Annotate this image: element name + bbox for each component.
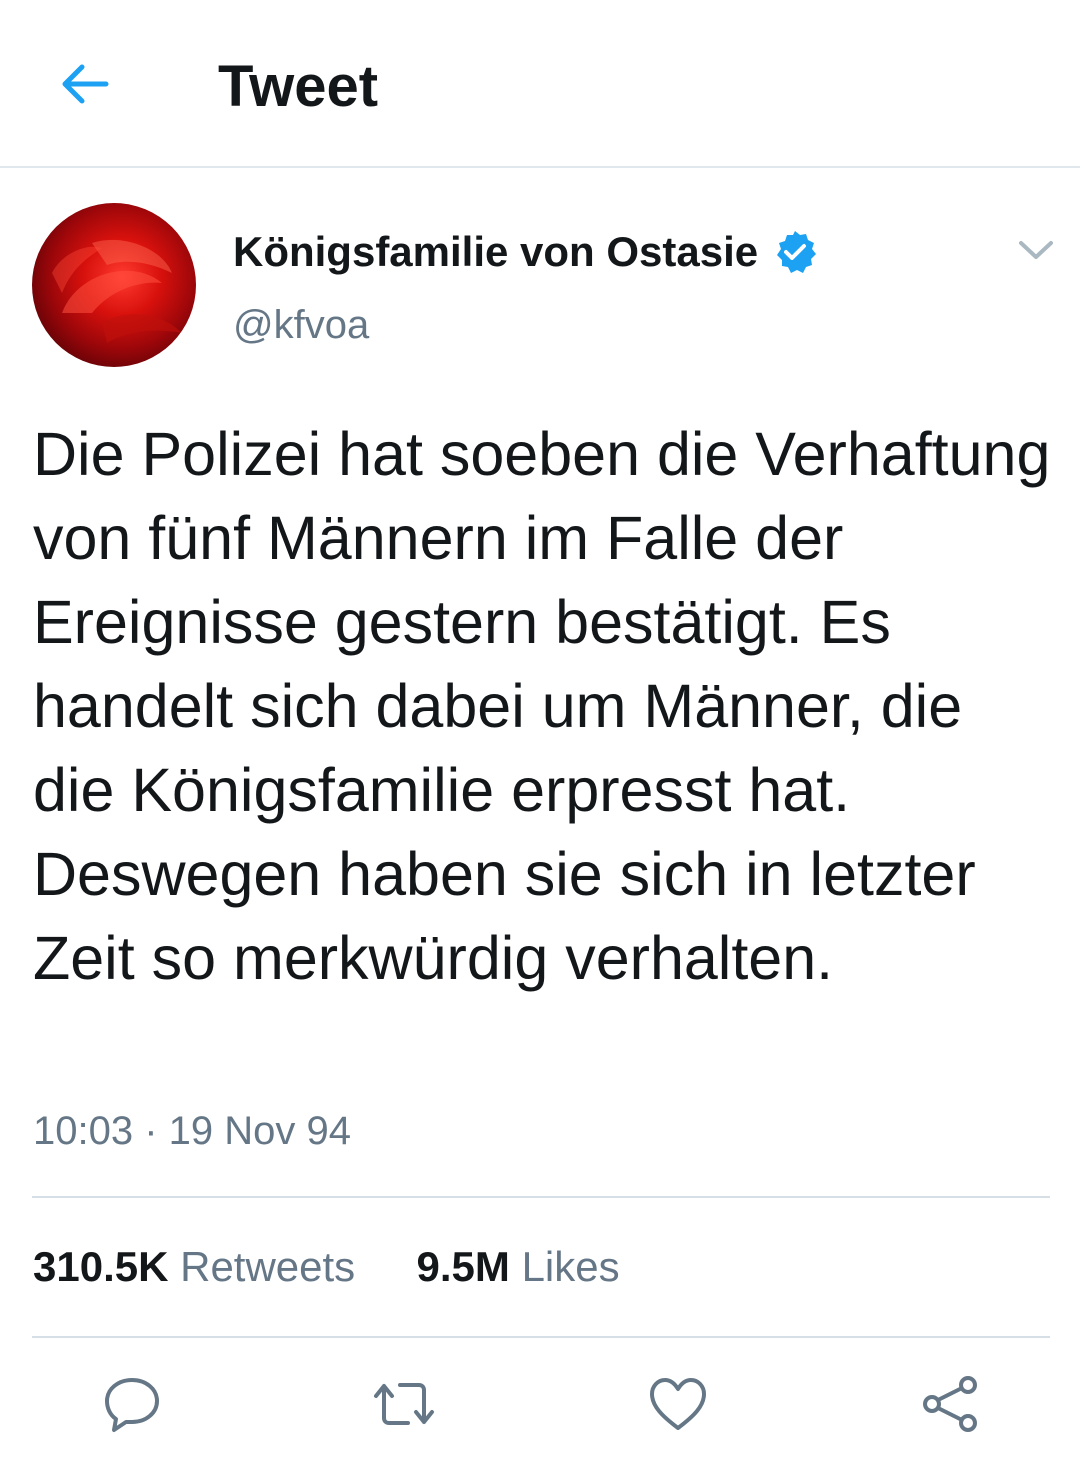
page-title: Tweet	[218, 54, 379, 119]
chevron-down-icon	[1019, 241, 1053, 259]
user-handle[interactable]: @kfvoa	[233, 300, 369, 350]
display-name[interactable]: Königsfamilie von Ostasie	[233, 228, 758, 276]
likes-count: 9.5M	[416, 1243, 510, 1290]
tweet-stats: 310.5K Retweets 9.5M Likes	[33, 1240, 620, 1294]
verified-badge-icon	[777, 231, 817, 273]
reply-button[interactable]	[100, 1372, 164, 1436]
tweet-text: Die Polizei hat soeben die Verhaftung vo…	[33, 420, 1051, 992]
avatar[interactable]	[32, 203, 196, 367]
retweets-stat[interactable]: 310.5K Retweets	[33, 1243, 367, 1290]
back-button[interactable]	[52, 52, 116, 116]
likes-stat[interactable]: 9.5M Likes	[405, 1243, 620, 1290]
divider	[32, 1196, 1050, 1198]
divider	[32, 1336, 1050, 1338]
like-button[interactable]	[646, 1372, 710, 1436]
top-bar: Tweet	[0, 0, 1080, 168]
author-name-row: Königsfamilie von Ostasie	[233, 222, 818, 282]
retweet-icon	[374, 1383, 434, 1425]
likes-label: Likes	[521, 1243, 620, 1290]
retweet-button[interactable]	[372, 1372, 436, 1436]
tweet-timestamp: 10:03 · 19 Nov 94	[33, 1109, 351, 1153]
retweets-label: Retweets	[180, 1243, 356, 1290]
rose-image	[52, 239, 182, 343]
tweet-options-button[interactable]	[1010, 228, 1062, 272]
retweets-count: 310.5K	[33, 1243, 169, 1290]
reply-icon	[105, 1378, 159, 1432]
share-icon	[923, 1376, 977, 1432]
arrow-left-icon	[62, 64, 109, 104]
share-button[interactable]	[918, 1372, 982, 1436]
heart-icon	[650, 1378, 706, 1430]
